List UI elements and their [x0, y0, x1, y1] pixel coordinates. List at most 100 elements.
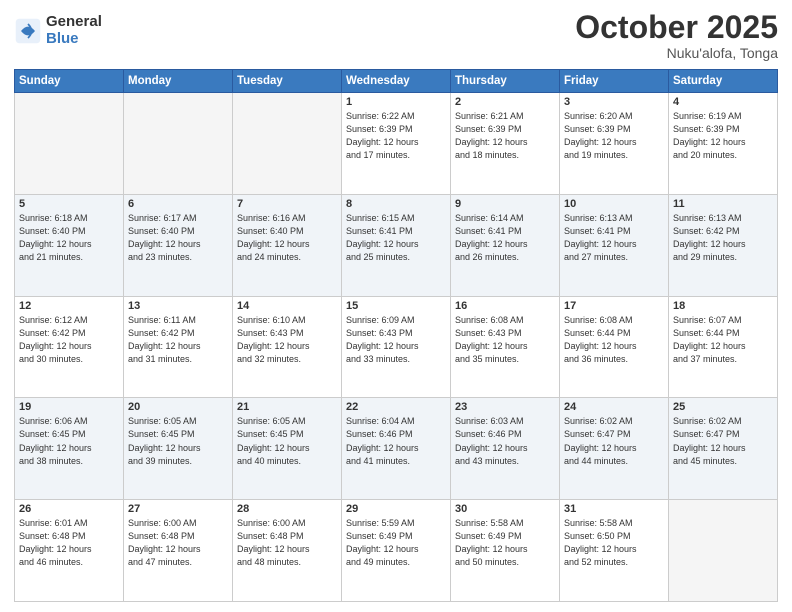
calendar-week-row: 12 Sunrise: 6:12 AMSunset: 6:42 PMDayligh…	[15, 296, 778, 398]
day-number: 17	[564, 300, 664, 312]
header-tuesday: Tuesday	[233, 70, 342, 93]
day-number: 24	[564, 401, 664, 413]
day-number: 5	[19, 198, 119, 210]
title-block: October 2025 Nuku'alofa, Tonga	[575, 10, 778, 61]
day-number: 30	[455, 503, 555, 515]
day-number: 22	[346, 401, 446, 413]
day-info: Sunrise: 6:18 AMSunset: 6:40 PMDaylight:…	[19, 212, 119, 264]
day-info: Sunrise: 5:58 AMSunset: 6:49 PMDaylight:…	[455, 517, 555, 569]
day-number: 1	[346, 96, 446, 108]
day-info: Sunrise: 6:08 AMSunset: 6:44 PMDaylight:…	[564, 314, 664, 366]
day-info: Sunrise: 6:20 AMSunset: 6:39 PMDaylight:…	[564, 110, 664, 162]
day-number: 21	[237, 401, 337, 413]
day-info: Sunrise: 6:11 AMSunset: 6:42 PMDaylight:…	[128, 314, 228, 366]
day-info: Sunrise: 6:05 AMSunset: 6:45 PMDaylight:…	[237, 415, 337, 467]
table-row: 21 Sunrise: 6:05 AMSunset: 6:45 PMDayligh…	[233, 398, 342, 500]
day-info: Sunrise: 6:12 AMSunset: 6:42 PMDaylight:…	[19, 314, 119, 366]
table-row: 23 Sunrise: 6:03 AMSunset: 6:46 PMDayligh…	[451, 398, 560, 500]
day-number: 10	[564, 198, 664, 210]
table-row: 27Sunrise: 6:00 AMSunset: 6:48 PMDayligh…	[124, 500, 233, 602]
header-monday: Monday	[124, 70, 233, 93]
calendar-week-row: 5 Sunrise: 6:18 AMSunset: 6:40 PMDaylight…	[15, 194, 778, 296]
table-row: 30 Sunrise: 5:58 AMSunset: 6:49 PMDayligh…	[451, 500, 560, 602]
table-row: 10 Sunrise: 6:13 AMSunset: 6:41 PMDayligh…	[560, 194, 669, 296]
table-row: 14Sunrise: 6:10 AMSunset: 6:43 PMDayligh…	[233, 296, 342, 398]
day-info: Sunrise: 6:14 AMSunset: 6:41 PMDaylight:…	[455, 212, 555, 264]
day-info: Sunrise: 6:22 AMSunset: 6:39 PMDaylight:…	[346, 110, 446, 162]
calendar-week-row: 19Sunrise: 6:06 AMSunset: 6:45 PMDayligh…	[15, 398, 778, 500]
day-info: Sunrise: 6:16 AMSunset: 6:40 PMDaylight:…	[237, 212, 337, 264]
day-number: 7	[237, 198, 337, 210]
table-row: 25Sunrise: 6:02 AMSunset: 6:47 PMDayligh…	[669, 398, 778, 500]
calendar-week-row: 26 Sunrise: 6:01 AMSunset: 6:48 PMDayligh…	[15, 500, 778, 602]
day-info: Sunrise: 6:13 AMSunset: 6:41 PMDaylight:…	[564, 212, 664, 264]
table-row: 20 Sunrise: 6:05 AMSunset: 6:45 PMDayligh…	[124, 398, 233, 500]
table-row: 17 Sunrise: 6:08 AMSunset: 6:44 PMDayligh…	[560, 296, 669, 398]
table-row: 26 Sunrise: 6:01 AMSunset: 6:48 PMDayligh…	[15, 500, 124, 602]
day-number: 2	[455, 96, 555, 108]
day-number: 16	[455, 300, 555, 312]
day-info: Sunrise: 6:19 AMSunset: 6:39 PMDaylight:…	[673, 110, 773, 162]
logo: General Blue	[14, 14, 102, 47]
table-row	[15, 93, 124, 195]
location: Nuku'alofa, Tonga	[575, 45, 778, 61]
table-row: 1 Sunrise: 6:22 AMSunset: 6:39 PMDaylight…	[342, 93, 451, 195]
day-number: 25	[673, 401, 773, 413]
table-row: 8Sunrise: 6:15 AMSunset: 6:41 PMDaylight…	[342, 194, 451, 296]
day-info: Sunrise: 5:59 AMSunset: 6:49 PMDaylight:…	[346, 517, 446, 569]
table-row: 28 Sunrise: 6:00 AMSunset: 6:48 PMDayligh…	[233, 500, 342, 602]
day-info: Sunrise: 6:04 AMSunset: 6:46 PMDaylight:…	[346, 415, 446, 467]
day-number: 11	[673, 198, 773, 210]
calendar-week-row: 1 Sunrise: 6:22 AMSunset: 6:39 PMDaylight…	[15, 93, 778, 195]
day-number: 18	[673, 300, 773, 312]
header-thursday: Thursday	[451, 70, 560, 93]
day-number: 26	[19, 503, 119, 515]
day-info: Sunrise: 6:03 AMSunset: 6:46 PMDaylight:…	[455, 415, 555, 467]
table-row: 31 Sunrise: 5:58 AMSunset: 6:50 PMDayligh…	[560, 500, 669, 602]
day-number: 3	[564, 96, 664, 108]
table-row: 7 Sunrise: 6:16 AMSunset: 6:40 PMDaylight…	[233, 194, 342, 296]
header-friday: Friday	[560, 70, 669, 93]
table-row: 2 Sunrise: 6:21 AMSunset: 6:39 PMDaylight…	[451, 93, 560, 195]
day-info: Sunrise: 6:09 AMSunset: 6:43 PMDaylight:…	[346, 314, 446, 366]
header-saturday: Saturday	[669, 70, 778, 93]
table-row: 29Sunrise: 5:59 AMSunset: 6:49 PMDayligh…	[342, 500, 451, 602]
day-info: Sunrise: 6:10 AMSunset: 6:43 PMDaylight:…	[237, 314, 337, 366]
table-row: 5 Sunrise: 6:18 AMSunset: 6:40 PMDaylight…	[15, 194, 124, 296]
day-info: Sunrise: 6:08 AMSunset: 6:43 PMDaylight:…	[455, 314, 555, 366]
day-number: 23	[455, 401, 555, 413]
day-info: Sunrise: 6:17 AMSunset: 6:40 PMDaylight:…	[128, 212, 228, 264]
table-row	[669, 500, 778, 602]
logo-general: General	[46, 14, 102, 31]
table-row: 9 Sunrise: 6:14 AMSunset: 6:41 PMDaylight…	[451, 194, 560, 296]
day-number: 20	[128, 401, 228, 413]
day-info: Sunrise: 6:05 AMSunset: 6:45 PMDaylight:…	[128, 415, 228, 467]
logo-icon	[14, 17, 42, 45]
day-info: Sunrise: 6:00 AMSunset: 6:48 PMDaylight:…	[237, 517, 337, 569]
day-number: 6	[128, 198, 228, 210]
table-row: 16 Sunrise: 6:08 AMSunset: 6:43 PMDayligh…	[451, 296, 560, 398]
table-row: 24Sunrise: 6:02 AMSunset: 6:47 PMDayligh…	[560, 398, 669, 500]
day-number: 15	[346, 300, 446, 312]
table-row: 11Sunrise: 6:13 AMSunset: 6:42 PMDayligh…	[669, 194, 778, 296]
day-number: 28	[237, 503, 337, 515]
day-info: Sunrise: 6:21 AMSunset: 6:39 PMDaylight:…	[455, 110, 555, 162]
table-row	[233, 93, 342, 195]
weekday-header-row: Sunday Monday Tuesday Wednesday Thursday…	[15, 70, 778, 93]
table-row: 4 Sunrise: 6:19 AMSunset: 6:39 PMDaylight…	[669, 93, 778, 195]
day-number: 13	[128, 300, 228, 312]
table-row: 19Sunrise: 6:06 AMSunset: 6:45 PMDayligh…	[15, 398, 124, 500]
day-number: 12	[19, 300, 119, 312]
day-info: Sunrise: 6:07 AMSunset: 6:44 PMDaylight:…	[673, 314, 773, 366]
logo-text: General Blue	[46, 14, 102, 47]
day-info: Sunrise: 5:58 AMSunset: 6:50 PMDaylight:…	[564, 517, 664, 569]
day-number: 31	[564, 503, 664, 515]
calendar: Sunday Monday Tuesday Wednesday Thursday…	[14, 69, 778, 602]
table-row: 13 Sunrise: 6:11 AMSunset: 6:42 PMDayligh…	[124, 296, 233, 398]
day-info: Sunrise: 6:01 AMSunset: 6:48 PMDaylight:…	[19, 517, 119, 569]
day-number: 4	[673, 96, 773, 108]
day-number: 27	[128, 503, 228, 515]
header: General Blue October 2025 Nuku'alofa, To…	[14, 10, 778, 61]
page: General Blue October 2025 Nuku'alofa, To…	[0, 0, 792, 612]
day-number: 9	[455, 198, 555, 210]
